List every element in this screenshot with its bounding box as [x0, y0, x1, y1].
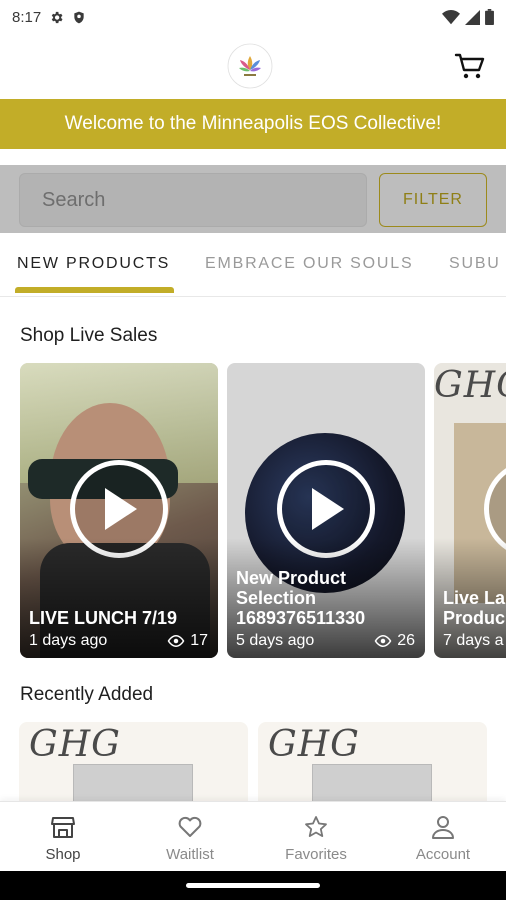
recently-added-list[interactable]: GHG GHG	[0, 722, 506, 802]
nav-account[interactable]: Account	[380, 802, 506, 872]
view-count: 26	[374, 632, 415, 650]
nav-waitlist-label: Waitlist	[166, 846, 214, 863]
video-card-meta: 7 days a	[443, 632, 506, 650]
nav-account-label: Account	[415, 846, 471, 863]
product-card[interactable]: GHG	[258, 722, 487, 802]
signal-icon	[465, 9, 480, 25]
live-sales-heading: Shop Live Sales	[20, 325, 158, 346]
nav-shop-label: Shop	[45, 846, 81, 863]
cart-icon[interactable]	[454, 50, 486, 82]
video-card[interactable]: GHG Live La Produc 7 days a	[434, 363, 506, 658]
star-icon	[305, 816, 327, 837]
video-card-meta: 1 days ago 17	[29, 632, 208, 650]
active-tab-indicator	[15, 287, 174, 293]
video-card-title: LIVE LUNCH 7/19	[29, 608, 178, 628]
view-count-value: 26	[397, 632, 415, 649]
video-card-meta: 5 days ago 26	[236, 632, 415, 650]
video-card-age: 5 days ago	[236, 632, 315, 649]
lotus-logo-icon	[227, 43, 273, 89]
recently-added-heading: Recently Added	[20, 684, 154, 705]
play-icon	[312, 488, 344, 530]
product-image	[312, 764, 432, 802]
status-bar: 8:17	[0, 0, 506, 34]
bottom-nav: Shop Waitlist Favorites Account	[0, 801, 506, 871]
product-image	[73, 764, 193, 802]
brand-logo[interactable]	[220, 42, 280, 90]
ghg-brand-mark: GHG	[268, 724, 360, 765]
nav-waitlist[interactable]: Waitlist	[127, 802, 253, 872]
account-icon	[432, 816, 454, 839]
ghg-brand-mark: GHG	[434, 365, 506, 406]
video-card-title: Live La Produc	[443, 588, 506, 628]
video-card-age: 7 days a	[443, 632, 504, 649]
search-bar: FILTER	[0, 165, 506, 233]
eye-icon	[374, 635, 392, 647]
view-count: 17	[167, 632, 208, 650]
settings-gear-icon	[51, 11, 63, 23]
ghg-brand-mark: GHG	[29, 724, 121, 765]
product-card[interactable]: GHG	[19, 722, 248, 802]
video-card-age: 1 days ago	[29, 632, 108, 649]
view-count-value: 17	[190, 632, 208, 649]
nav-favorites[interactable]: Favorites	[253, 802, 379, 872]
system-gesture-bar	[0, 871, 506, 900]
video-card-title: New Product Selection 1689376511330	[236, 568, 366, 628]
status-time: 8:17	[12, 8, 42, 26]
nav-favorites-label: Favorites	[285, 846, 347, 863]
filter-button[interactable]: FILTER	[379, 173, 487, 227]
welcome-banner: Welcome to the Minneapolis EOS Collectiv…	[0, 99, 506, 149]
category-tabs: NEW PRODUCTS EMBRACE OUR SOULS SUBU	[0, 233, 506, 297]
search-input[interactable]	[19, 173, 367, 227]
tab-subu[interactable]: SUBU	[449, 255, 501, 273]
live-sales-carousel[interactable]: LIVE LUNCH 7/19 1 days ago 17 New Produc…	[0, 363, 506, 659]
nav-shop[interactable]: Shop	[0, 802, 126, 872]
video-card[interactable]: New Product Selection 1689376511330 5 da…	[227, 363, 425, 658]
tab-embrace-our-souls[interactable]: EMBRACE OUR SOULS	[205, 255, 413, 273]
video-card[interactable]: LIVE LUNCH 7/19 1 days ago 17	[20, 363, 218, 658]
tab-new-products[interactable]: NEW PRODUCTS	[17, 255, 170, 273]
home-gesture-handle[interactable]	[186, 883, 320, 888]
app-header	[0, 34, 506, 98]
heart-icon	[178, 816, 202, 837]
shop-icon	[51, 817, 75, 838]
battery-icon	[485, 9, 494, 25]
shield-icon	[74, 11, 84, 23]
eye-icon	[167, 635, 185, 647]
wifi-icon	[442, 9, 460, 24]
play-icon	[105, 488, 137, 530]
